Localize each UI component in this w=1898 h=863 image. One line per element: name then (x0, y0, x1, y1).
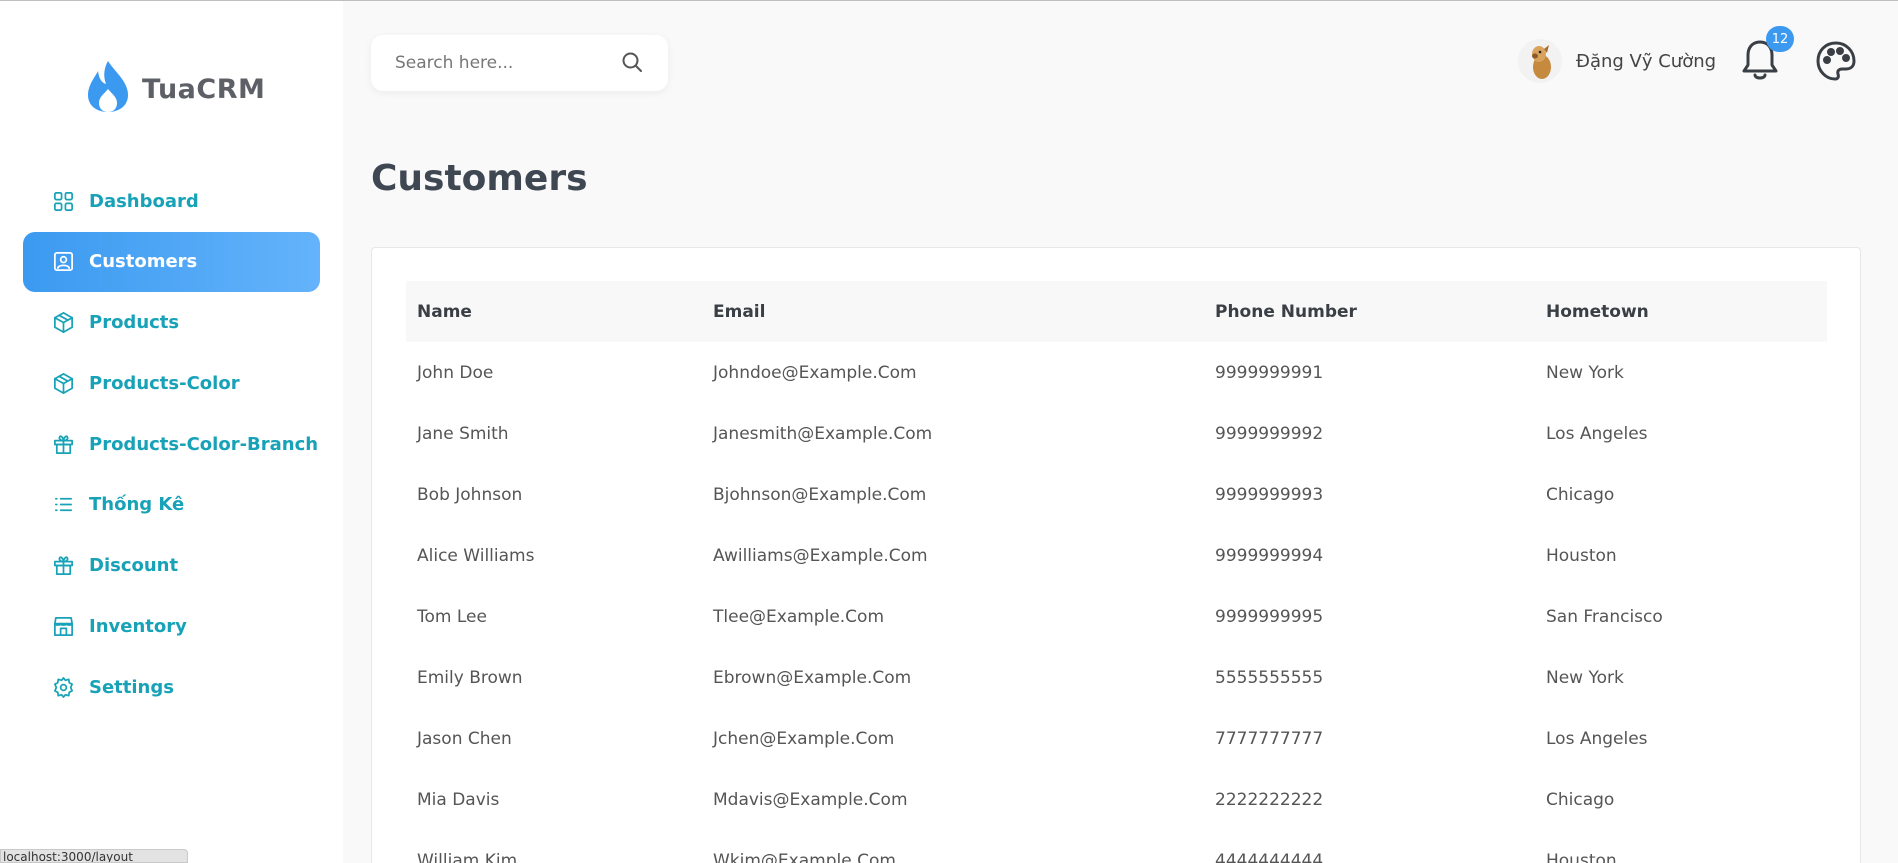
cell-name: William Kim (417, 850, 518, 863)
cell-name: Jane Smith (417, 423, 509, 444)
sidebar-nav: Dashboard Customers Products Products-Co… (23, 171, 320, 718)
cell-phone: 7777777777 (1215, 728, 1324, 749)
table-header-row: Name Email Phone Number Hometown (406, 281, 1827, 342)
cell-phone: 2222222222 (1215, 789, 1324, 810)
status-url-bar: localhost:3000/layout (0, 849, 188, 863)
cell-email: Johndoe@Example.Com (713, 362, 917, 383)
sidebar-item-label: Dashboard (89, 190, 199, 212)
customers-card: Name Email Phone Number Hometown John Do… (371, 247, 1861, 863)
box-icon (51, 371, 75, 395)
sidebar-item-label: Products-Color-Branch (89, 433, 319, 455)
user-name: Đặng Vỹ Cường (1576, 50, 1717, 72)
cell-email: Wkim@Example.Com (713, 850, 896, 863)
cell-email: Bjohnson@Example.Com (713, 484, 927, 505)
cell-phone: 9999999995 (1215, 606, 1324, 627)
cell-hometown: Chicago (1546, 789, 1615, 810)
sidebar-item-customers[interactable]: Customers (23, 231, 320, 292)
flame-logo-icon (88, 61, 128, 112)
cell-hometown: New York (1546, 667, 1624, 688)
cell-phone: 9999999992 (1215, 423, 1324, 444)
cell-name: Jason Chen (417, 728, 512, 749)
avatar (1518, 39, 1562, 83)
sidebar-item-products-color-branch[interactable]: Products-Color-Branch (23, 414, 320, 474)
column-header-phone[interactable]: Phone Number (1204, 281, 1535, 342)
table-row[interactable]: Tom Lee Tlee@Example.Com 9999999995 San … (406, 586, 1827, 647)
search-input[interactable] (395, 53, 595, 73)
sidebar-item-discount[interactable]: Discount (23, 536, 320, 596)
customers-table: Name Email Phone Number Hometown John Do… (406, 281, 1827, 863)
table-row[interactable]: Jane Smith Janesmith@Example.Com 9999999… (406, 403, 1827, 464)
sidebar: TuaCRM Dashboard Customers Products Prod… (0, 1, 343, 863)
sidebar-item-label: Thống Kê (89, 494, 185, 516)
sidebar-item-label: Discount (89, 555, 179, 577)
cell-name: Bob Johnson (417, 484, 523, 505)
cell-email: Jchen@Example.Com (713, 728, 895, 749)
cell-phone: 9999999994 (1215, 545, 1324, 566)
sidebar-item-label: Products-Color (89, 372, 240, 394)
gift-icon (51, 432, 75, 456)
sidebar-item-settings[interactable]: Settings (23, 657, 320, 717)
list-icon (51, 493, 75, 517)
sidebar-item-label: Customers (89, 251, 198, 273)
cell-hometown: Los Angeles (1546, 423, 1648, 444)
cell-name: Emily Brown (417, 667, 523, 688)
gear-icon (51, 675, 75, 699)
app-logo[interactable]: TuaCRM (84, 59, 265, 113)
palette-icon[interactable] (1815, 40, 1857, 82)
cell-name: Mia Davis (417, 789, 500, 810)
cell-name: Tom Lee (417, 606, 487, 627)
notification-badge: 12 (1766, 26, 1794, 52)
cell-email: Janesmith@Example.Com (713, 423, 933, 444)
cell-name: Alice Williams (417, 545, 535, 566)
cell-email: Mdavis@Example.Com (713, 789, 908, 810)
box-icon (51, 311, 75, 335)
cell-phone: 5555555555 (1215, 667, 1324, 688)
search-box (371, 35, 668, 91)
column-header-hometown[interactable]: Hometown (1535, 281, 1827, 342)
sidebar-item-products-color[interactable]: Products-Color (23, 353, 320, 413)
table-row[interactable]: Alice Williams Awilliams@Example.Com 999… (406, 525, 1827, 586)
cell-email: Tlee@Example.Com (713, 606, 885, 627)
grid-icon (51, 189, 75, 213)
cell-hometown: Chicago (1546, 484, 1615, 505)
cell-phone: 4444444444 (1215, 850, 1324, 863)
table-row[interactable]: Emily Brown Ebrown@Example.Com 555555555… (406, 647, 1827, 708)
sidebar-item-label: Settings (89, 676, 174, 698)
cell-hometown: San Francisco (1546, 606, 1663, 627)
sidebar-item-label: Inventory (89, 616, 187, 638)
column-header-name[interactable]: Name (406, 281, 702, 342)
table-row[interactable]: Bob Johnson Bjohnson@Example.Com 9999999… (406, 464, 1827, 525)
store-icon (51, 615, 75, 639)
sidebar-item-inventory[interactable]: Inventory (23, 597, 320, 657)
cell-phone: 9999999991 (1215, 362, 1324, 383)
gift-icon (51, 554, 75, 578)
column-header-email[interactable]: Email (702, 281, 1204, 342)
cell-name: John Doe (417, 362, 494, 383)
app-name: TuaCRM (142, 73, 266, 105)
cell-email: Ebrown@Example.Com (713, 667, 912, 688)
sidebar-item-products[interactable]: Products (23, 293, 320, 353)
table-row[interactable]: William Kim Wkim@Example.Com 4444444444 … (406, 830, 1827, 863)
cell-hometown: Los Angeles (1546, 728, 1648, 749)
table-row[interactable]: Mia Davis Mdavis@Example.Com 2222222222 … (406, 769, 1827, 830)
cell-phone: 9999999993 (1215, 484, 1324, 505)
user-menu[interactable]: Đặng Vỹ Cường (1518, 39, 1716, 83)
contact-card-icon (51, 250, 75, 274)
cell-hometown: New York (1546, 362, 1624, 383)
cell-email: Awilliams@Example.Com (713, 545, 928, 566)
cell-hometown: Houston (1546, 850, 1617, 863)
page-title: Customers (371, 158, 588, 199)
cell-hometown: Houston (1546, 545, 1617, 566)
search-icon[interactable] (620, 50, 644, 74)
table-row[interactable]: Jason Chen Jchen@Example.Com 7777777777 … (406, 708, 1827, 769)
sidebar-item-label: Products (89, 312, 180, 334)
sidebar-item-dashboard[interactable]: Dashboard (23, 171, 320, 231)
table-row[interactable]: John Doe Johndoe@Example.Com 9999999991 … (406, 342, 1827, 403)
sidebar-item-thong-ke[interactable]: Thống Kê (23, 475, 320, 535)
